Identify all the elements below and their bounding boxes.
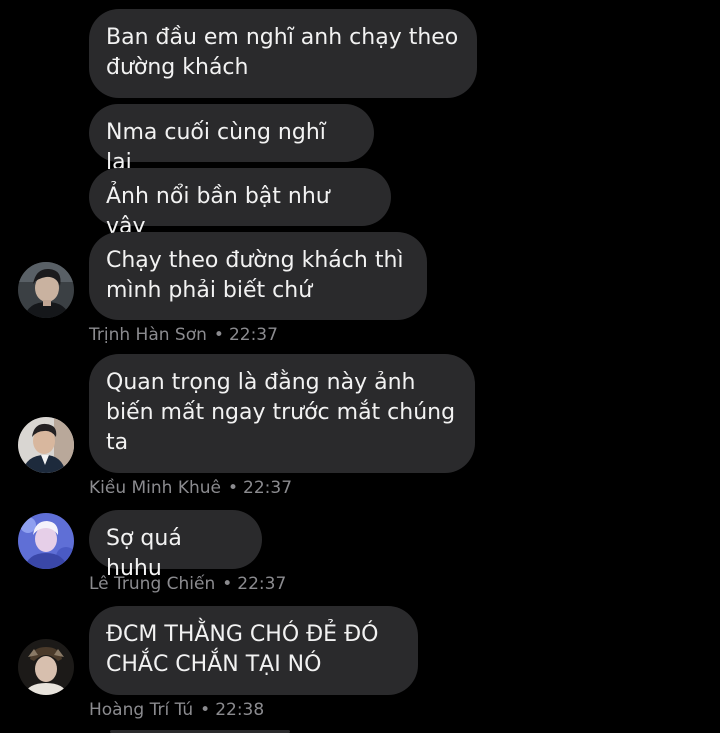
- avatar[interactable]: [18, 639, 74, 695]
- message-list: Ban đầu em nghĩ anh chạy theo đường khác…: [0, 9, 720, 320]
- meta-separator: •: [222, 574, 233, 594]
- avatar[interactable]: [18, 417, 74, 473]
- message-list: Quan trọng là đằng này ảnh biến mất ngay…: [0, 354, 720, 473]
- sender-name[interactable]: Trịnh Hàn Sơn: [89, 325, 207, 345]
- message-bubble[interactable]: Quan trọng là đằng này ảnh biến mất ngay…: [89, 354, 475, 473]
- message-list: ĐCM THẰNG CHÓ ĐẺ ĐÓ CHẮC CHẮN TẠI NÓ: [0, 606, 720, 695]
- message-list: Sợ quá huhu: [0, 510, 720, 581]
- message-group-trinh-han-son: Ban đầu em nghĩ anh chạy theo đường khác…: [0, 9, 720, 347]
- message-meta: Kiều Minh Khuê • 22:37: [89, 476, 720, 500]
- meta-separator: •: [213, 325, 224, 345]
- meta-separator: •: [200, 700, 211, 720]
- message-group-kieu-minh-khue: Quan trọng là đằng này ảnh biến mất ngay…: [0, 354, 720, 500]
- sender-name[interactable]: Lê Trung Chiến: [89, 574, 215, 594]
- message-meta: Lê Trung Chiến • 22:37: [89, 572, 720, 596]
- message-bubble[interactable]: Nma cuối cùng nghĩ lại: [89, 104, 374, 175]
- sender-name[interactable]: Kiều Minh Khuê: [89, 478, 221, 498]
- profile-photo-icon: [18, 639, 74, 695]
- message-bubble[interactable]: ĐCM THẰNG CHÓ ĐẺ ĐÓ CHẮC CHẮN TẠI NÓ: [89, 606, 418, 695]
- message-time: 22:37: [237, 574, 287, 594]
- sender-name[interactable]: Hoàng Trí Tú: [89, 700, 193, 720]
- meta-separator: •: [228, 478, 239, 498]
- message-group-le-trung-chien: Sợ quá huhu Lê Trung Chiến • 22:37: [0, 510, 720, 596]
- message-bubble[interactable]: Sợ quá huhu: [89, 510, 262, 581]
- message-bubble[interactable]: Ảnh nổi bần bật như vậy: [89, 168, 391, 239]
- message-bubble[interactable]: Ban đầu em nghĩ anh chạy theo đường khác…: [89, 9, 477, 98]
- profile-photo-icon: [18, 513, 74, 569]
- profile-photo-icon: [18, 262, 74, 318]
- message-time: 22:37: [243, 478, 293, 498]
- message-time: 22:37: [228, 325, 278, 345]
- message-time: 22:38: [215, 700, 265, 720]
- message-group-hoang-tri-tu: ĐCM THẰNG CHÓ ĐẺ ĐÓ CHẮC CHẮN TẠI NÓ Hoà…: [0, 606, 720, 722]
- message-meta: Hoàng Trí Tú • 22:38: [89, 698, 720, 722]
- message-bubble[interactable]: Chạy theo đường khách thì mình phải biết…: [89, 232, 427, 320]
- message-meta: Trịnh Hàn Sơn • 22:37: [89, 323, 720, 347]
- avatar[interactable]: [18, 513, 74, 569]
- profile-photo-icon: [18, 417, 74, 473]
- avatar[interactable]: [18, 262, 74, 318]
